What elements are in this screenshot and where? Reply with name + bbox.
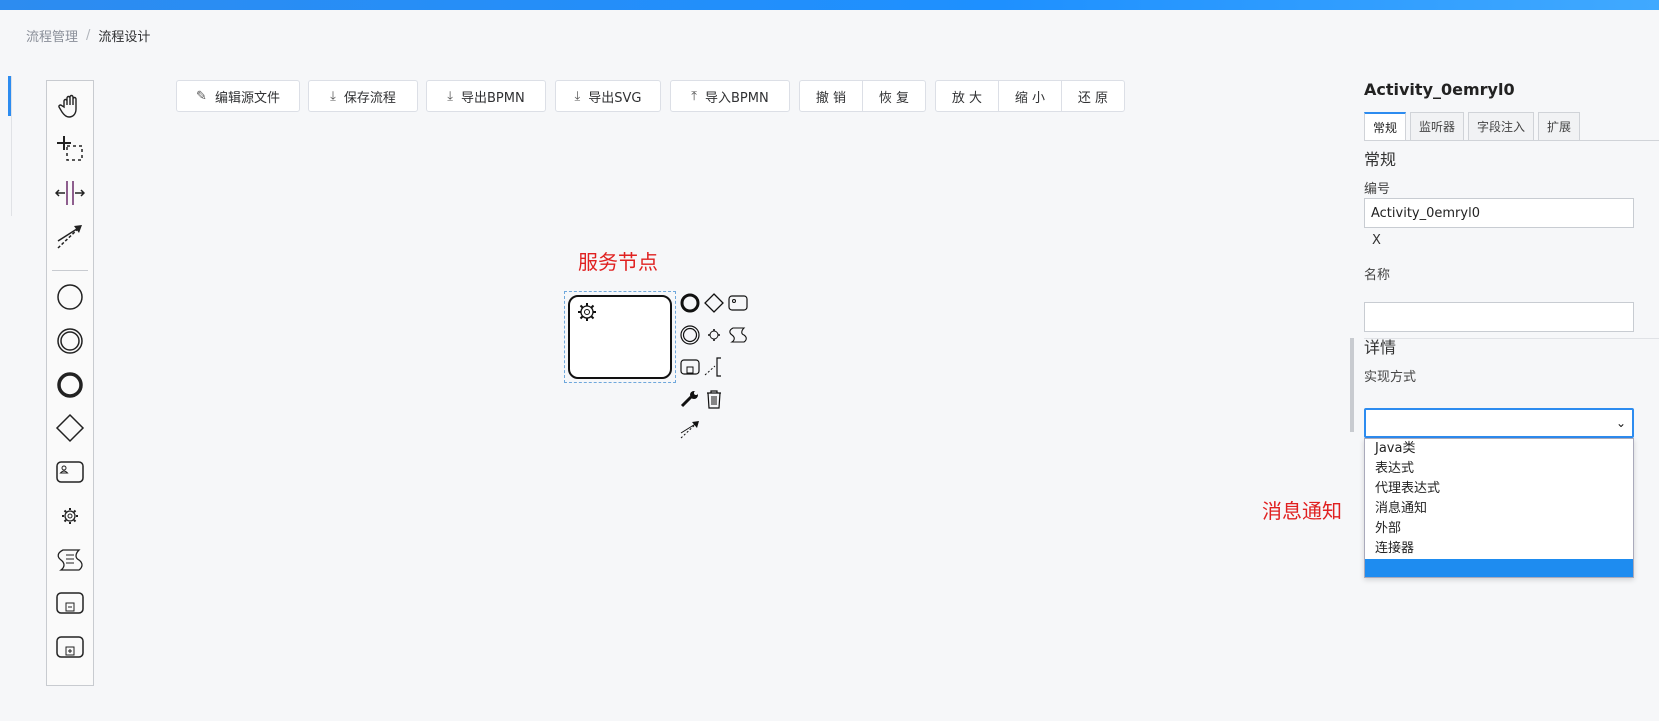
ctx-text-annotation-icon[interactable] (702, 355, 726, 379)
breadcrumb-parent[interactable]: 流程管理 (26, 26, 78, 45)
expanded-subprocess-icon[interactable] (47, 627, 93, 667)
implementation-select[interactable]: ⌄ (1364, 408, 1634, 438)
undo-label: 撤 销 (815, 90, 847, 106)
import-bpmn-button[interactable]: ⤒ 导入BPMN (670, 80, 790, 112)
hand-tool-icon[interactable] (47, 86, 93, 126)
space-tool-icon[interactable] (47, 173, 93, 213)
breadcrumb: 流程管理 / 流程设计 (26, 26, 150, 45)
download-icon: ⤓ (447, 88, 454, 104)
details-section-heading: 详情 (1364, 338, 1397, 357)
message-notification-annotation: 消息通知 (1262, 499, 1342, 523)
panel-scrollbar[interactable] (1350, 338, 1354, 432)
lasso-tool-icon[interactable] (47, 129, 93, 169)
bpmn-palette (46, 80, 94, 686)
collapsed-subprocess-icon[interactable] (47, 583, 93, 623)
ctx-connect-icon[interactable] (678, 417, 702, 441)
palette-divider (52, 270, 88, 271)
tab-extensions[interactable]: 扩展 (1538, 112, 1581, 140)
ctx-service-task-icon[interactable] (702, 323, 726, 347)
upload-icon: ⤒ (691, 88, 698, 104)
ctx-intermediate-event-icon[interactable] (678, 323, 702, 347)
ctx-subprocess-icon[interactable] (678, 355, 702, 379)
edit-source-label: 编辑源文件 (214, 90, 280, 106)
user-task-icon[interactable] (47, 452, 93, 492)
tabs-underline (1364, 140, 1659, 141)
id-input[interactable]: Activity_0emryl0 (1364, 198, 1634, 228)
undo-button[interactable]: 撤 销 (799, 80, 863, 112)
service-task-node[interactable] (568, 295, 672, 379)
option-connector[interactable]: 连接器 (1365, 539, 1633, 559)
import-bpmn-label: 导入BPMN (705, 90, 769, 106)
option-delegate-expression[interactable]: 代理表达式 (1365, 479, 1633, 499)
breadcrumb-separator: / (86, 28, 91, 43)
tab-general[interactable]: 常规 (1364, 112, 1407, 140)
edit-icon: ✎ (196, 88, 207, 104)
export-svg-label: 导出SVG (588, 90, 642, 106)
redo-button[interactable]: 恢 复 (862, 80, 926, 112)
chevron-down-icon: ⌄ (1615, 416, 1626, 430)
zoom-out-label: 缩 小 (1014, 90, 1046, 106)
service-task-icon[interactable] (47, 496, 93, 536)
name-label: 名称 (1364, 268, 1391, 283)
properties-panel: Activity_0emryl0 常规 监听器 字段注入 扩展 常规 编号 Ac… (1350, 70, 1659, 721)
start-event-icon[interactable] (47, 277, 93, 317)
ctx-wrench-icon[interactable] (678, 387, 702, 411)
ctx-gateway-icon[interactable] (702, 291, 726, 315)
export-bpmn-button[interactable]: ⤓ 导出BPMN (426, 80, 546, 112)
redo-label: 恢 复 (878, 90, 910, 106)
service-task-gear-icon (578, 303, 596, 321)
reset-zoom-label: 还 原 (1077, 90, 1109, 106)
breadcrumb-current: 流程设计 (98, 30, 151, 45)
left-border-line (11, 76, 12, 216)
tab-listeners[interactable]: 监听器 (1410, 112, 1465, 140)
id-label: 编号 (1364, 182, 1391, 197)
panel-tabs: 常规 监听器 字段注入 扩展 (1364, 112, 1581, 140)
option-expression[interactable]: 表达式 (1365, 459, 1633, 479)
export-svg-button[interactable]: ⤓ 导出SVG (555, 80, 661, 112)
save-process-button[interactable]: ⤓ 保存流程 (308, 80, 418, 112)
top-bar (0, 0, 1659, 10)
ctx-end-event-icon[interactable] (678, 291, 702, 315)
ctx-script-task-icon[interactable] (726, 323, 750, 347)
tab-field-injection[interactable]: 字段注入 (1468, 112, 1535, 140)
ctx-delete-icon[interactable] (702, 387, 726, 411)
zoom-in-label: 放 大 (951, 90, 983, 106)
edit-source-button[interactable]: ✎ 编辑源文件 (176, 80, 300, 112)
gateway-icon[interactable] (47, 408, 93, 448)
option-message-notification[interactable]: 消息通知 (1365, 499, 1633, 519)
download-icon: ⤓ (330, 88, 336, 104)
intermediate-event-icon[interactable] (47, 321, 93, 361)
implementation-label: 实现方式 (1364, 370, 1417, 385)
clear-id-button[interactable]: X (1372, 233, 1381, 248)
export-bpmn-label: 导出BPMN (461, 90, 525, 106)
zoom-out-button[interactable]: 缩 小 (998, 80, 1062, 112)
element-id-title: Activity_0emryl0 (1364, 80, 1515, 99)
zoom-in-button[interactable]: 放 大 (935, 80, 999, 112)
end-event-icon[interactable] (47, 365, 93, 405)
option-empty-highlighted[interactable] (1365, 559, 1633, 577)
option-external[interactable]: 外部 (1365, 519, 1633, 539)
node-annotation-label: 服务节点 (578, 250, 658, 274)
script-task-icon[interactable] (47, 540, 93, 580)
global-connect-tool-icon[interactable] (47, 216, 93, 256)
save-process-label: 保存流程 (343, 90, 396, 106)
implementation-dropdown: Java类 表达式 代理表达式 消息通知 外部 连接器 (1364, 438, 1634, 578)
download-icon: ⤓ (574, 88, 581, 104)
general-section-heading: 常规 (1364, 150, 1397, 169)
name-textarea[interactable] (1364, 302, 1634, 332)
section-divider (1364, 338, 1659, 339)
ctx-user-task-icon[interactable] (726, 291, 750, 315)
option-java-class[interactable]: Java类 (1365, 439, 1633, 459)
reset-zoom-button[interactable]: 还 原 (1061, 80, 1125, 112)
